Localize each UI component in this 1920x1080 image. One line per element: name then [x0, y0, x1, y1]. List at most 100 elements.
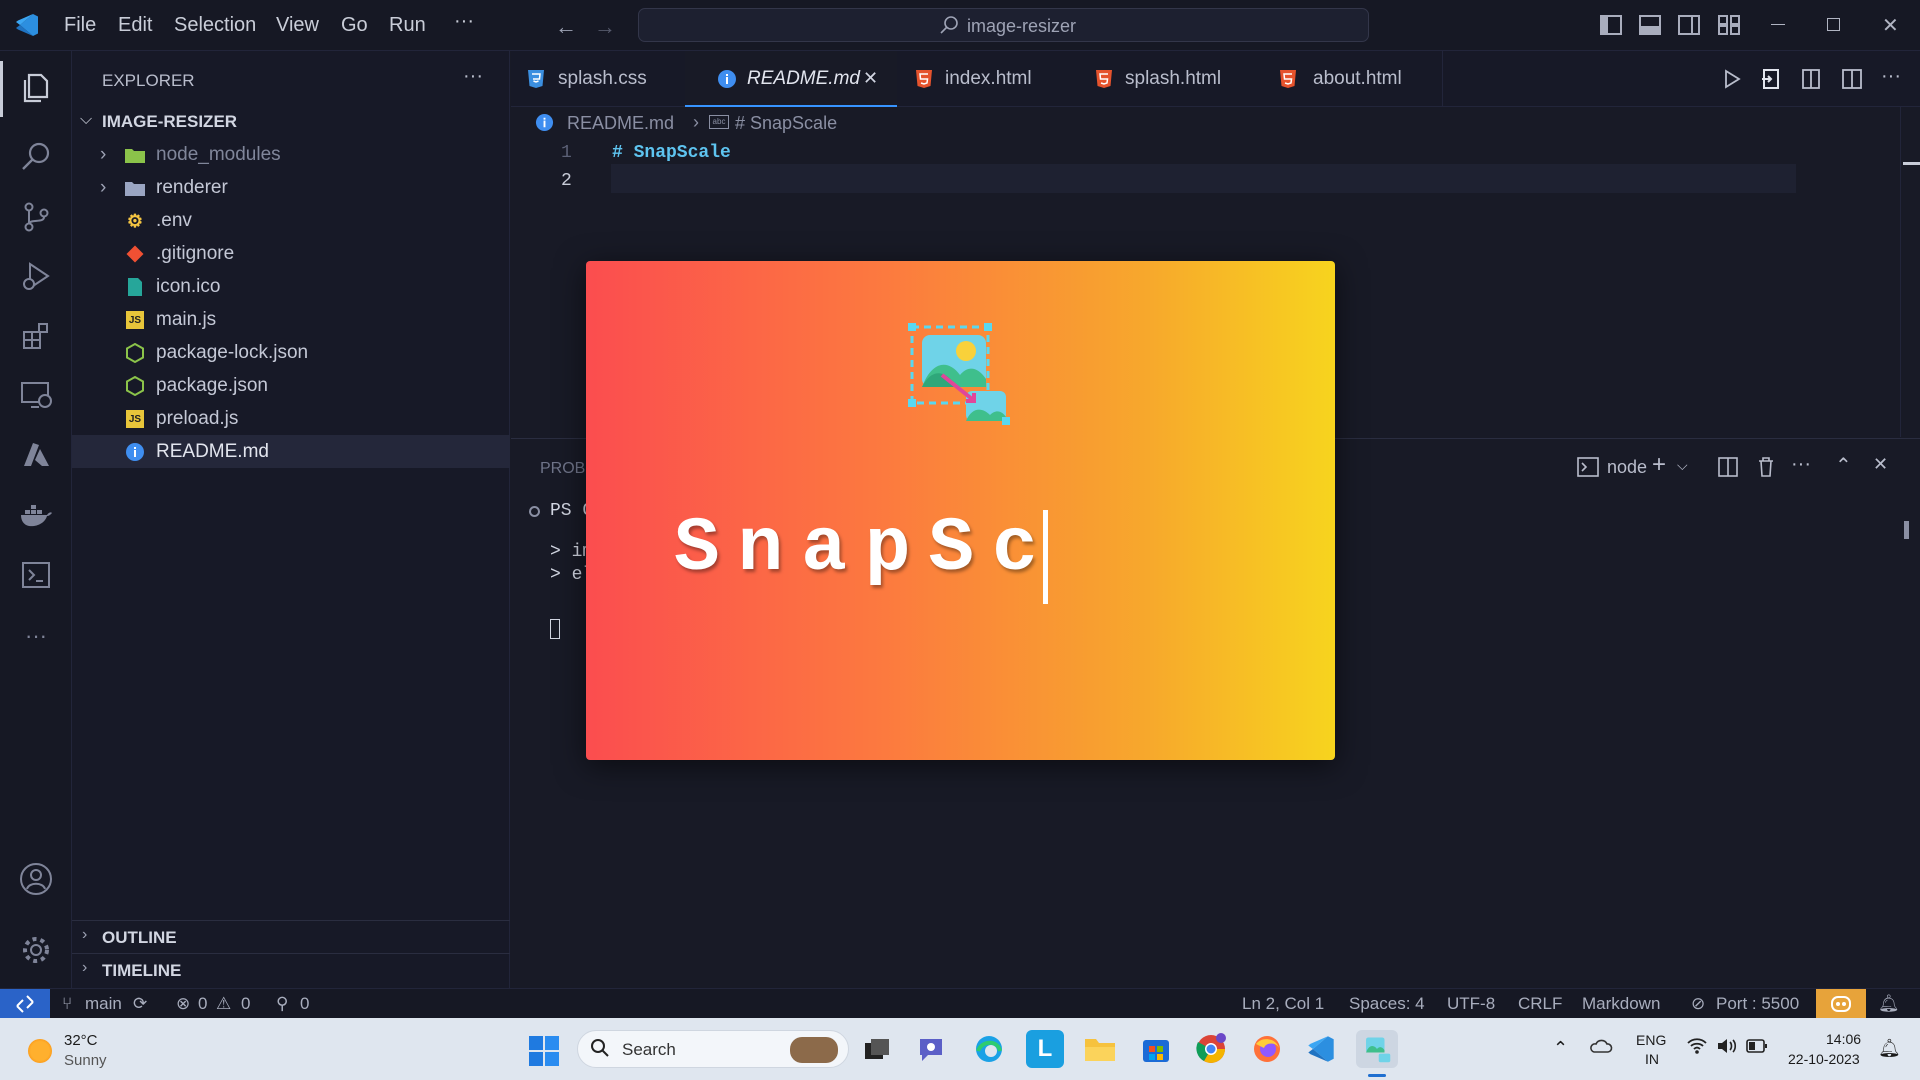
- language-top[interactable]: ENG: [1636, 1032, 1666, 1048]
- menu-file[interactable]: File: [64, 14, 96, 37]
- tree-item-gitignore[interactable]: .gitignore: [72, 237, 510, 270]
- maximize-panel-icon[interactable]: ⌃: [1835, 453, 1852, 478]
- vscode-logo-icon[interactable]: [14, 12, 40, 38]
- volume-icon[interactable]: [1716, 1036, 1738, 1061]
- menu-view[interactable]: View: [276, 14, 319, 37]
- notifications-bell-icon[interactable]: 🔔︎: [1878, 994, 1900, 1014]
- open-changes-icon[interactable]: [1801, 68, 1823, 95]
- chevron-down-icon[interactable]: ⌵: [1677, 457, 1688, 474]
- breadcrumb-symbol[interactable]: # SnapScale: [735, 113, 837, 134]
- task-view-icon[interactable]: [858, 1030, 896, 1068]
- tab-splash-css[interactable]: splash.css: [511, 51, 685, 107]
- menu-go[interactable]: Go: [341, 14, 368, 37]
- run-debug-icon[interactable]: [12, 252, 60, 300]
- firefox-icon[interactable]: [1248, 1030, 1286, 1068]
- wifi-icon[interactable]: [1686, 1036, 1708, 1061]
- tree-item-renderer[interactable]: › renderer: [72, 171, 510, 204]
- more-actions-icon[interactable]: ···: [1881, 65, 1901, 88]
- tree-item-node-modules[interactable]: › node_modules: [72, 138, 510, 171]
- toggle-panel-icon[interactable]: [1639, 15, 1661, 35]
- forward-arrow-icon[interactable]: →: [594, 14, 616, 40]
- edge-browser-icon[interactable]: [970, 1030, 1008, 1068]
- close-icon[interactable]: ✕: [1882, 13, 1899, 38]
- cursor-position[interactable]: Ln 2, Col 1: [1242, 994, 1324, 1014]
- restore-icon[interactable]: [1827, 18, 1840, 31]
- file-explorer-icon[interactable]: [1081, 1030, 1119, 1068]
- open-preview-icon[interactable]: [1761, 68, 1781, 95]
- split-terminal-icon[interactable]: [1718, 457, 1738, 482]
- toggle-secondary-sidebar-icon[interactable]: [1678, 15, 1700, 35]
- more-icon[interactable]: ···: [12, 612, 60, 660]
- clock-time[interactable]: 14:06: [1826, 1031, 1861, 1047]
- explorer-more-button[interactable]: ···: [463, 65, 483, 88]
- tab-close-icon[interactable]: ✕: [863, 68, 878, 89]
- chrome-icon[interactable]: [1192, 1030, 1230, 1068]
- outline-section[interactable]: › OUTLINE: [72, 920, 510, 950]
- weather-desc[interactable]: Sunny: [64, 1052, 107, 1069]
- battery-icon[interactable]: [1746, 1039, 1768, 1058]
- run-icon[interactable]: [1723, 69, 1741, 94]
- tree-item-preload-js[interactable]: JS preload.js: [72, 402, 510, 435]
- explorer-icon[interactable]: [12, 64, 60, 112]
- back-arrow-icon[interactable]: ←: [555, 14, 577, 40]
- error-count[interactable]: 0: [198, 994, 207, 1014]
- panel-more-icon[interactable]: ···: [1791, 453, 1811, 476]
- search-icon[interactable]: [12, 133, 60, 181]
- start-windows-icon[interactable]: [529, 1036, 559, 1071]
- tree-item-readme-md[interactable]: README.md: [72, 435, 510, 468]
- terminal-name[interactable]: node: [1607, 457, 1647, 478]
- terminal-scrollbar[interactable]: [1904, 521, 1909, 539]
- tab-readme-md[interactable]: README.md ✕: [685, 51, 897, 107]
- remote-indicator[interactable]: [0, 989, 50, 1019]
- language-bottom[interactable]: IN: [1645, 1051, 1659, 1067]
- docker-icon[interactable]: [12, 491, 60, 539]
- breadcrumb-file[interactable]: README.md: [567, 113, 674, 134]
- warning-count[interactable]: 0: [241, 994, 250, 1014]
- new-terminal-icon[interactable]: +: [1652, 451, 1666, 479]
- vscode-taskbar-icon[interactable]: [1302, 1030, 1340, 1068]
- extensions-icon[interactable]: [12, 312, 60, 360]
- menu-edit[interactable]: Edit: [118, 14, 152, 37]
- menu-run[interactable]: Run: [389, 14, 426, 37]
- toggle-primary-sidebar-icon[interactable]: [1600, 15, 1622, 35]
- encoding[interactable]: UTF-8: [1447, 994, 1495, 1014]
- split-editor-icon[interactable]: [1841, 68, 1863, 95]
- indentation[interactable]: Spaces: 4: [1349, 994, 1425, 1014]
- tab-splash-html[interactable]: splash.html: [1073, 51, 1263, 107]
- show-hidden-icons[interactable]: ⌃: [1553, 1038, 1568, 1059]
- tree-item-package-json[interactable]: package.json: [72, 369, 510, 402]
- language-mode[interactable]: Markdown: [1582, 994, 1660, 1014]
- l-app-icon[interactable]: L: [1026, 1030, 1064, 1068]
- snapscale-app-icon[interactable]: [1356, 1030, 1398, 1068]
- tree-item-package-lock-json[interactable]: package-lock.json: [72, 336, 510, 369]
- sync-icon[interactable]: ⟳: [133, 994, 147, 1014]
- tree-item-main-js[interactable]: JS main.js: [72, 303, 510, 336]
- tab-about-html[interactable]: about.html: [1263, 51, 1443, 107]
- terminal-icon[interactable]: [12, 551, 60, 599]
- onedrive-cloud-icon[interactable]: [1589, 1036, 1613, 1061]
- clock-date[interactable]: 22-10-2023: [1788, 1051, 1860, 1067]
- remote-explorer-icon[interactable]: [12, 371, 60, 419]
- ports-count[interactable]: 0: [300, 994, 309, 1014]
- teams-chat-icon[interactable]: [914, 1030, 952, 1068]
- live-server-port[interactable]: Port : 5500: [1716, 994, 1799, 1014]
- weather-temp[interactable]: 32°C: [64, 1032, 98, 1049]
- menu-more[interactable]: ···: [454, 10, 474, 33]
- taskbar-search-box[interactable]: Search: [577, 1030, 849, 1068]
- tree-item-env[interactable]: ⚙ .env: [72, 204, 510, 237]
- branch-name[interactable]: main: [85, 994, 122, 1014]
- customize-layout-icon[interactable]: [1718, 15, 1740, 35]
- microsoft-store-icon[interactable]: [1137, 1030, 1175, 1068]
- source-control-icon[interactable]: [12, 193, 60, 241]
- line-ending[interactable]: CRLF: [1518, 994, 1562, 1014]
- close-panel-icon[interactable]: ✕: [1873, 454, 1888, 475]
- notification-center-icon[interactable]: 🔔︎: [1878, 1038, 1901, 1059]
- tree-item-icon-ico[interactable]: icon.ico: [72, 270, 510, 303]
- trash-icon[interactable]: [1757, 456, 1775, 483]
- project-header[interactable]: ⌵ IMAGE-RESIZER: [72, 109, 510, 135]
- command-center[interactable]: image-resizer: [638, 8, 1369, 42]
- timeline-section[interactable]: › TIMELINE: [72, 953, 510, 983]
- manage-gear-icon[interactable]: [12, 926, 60, 974]
- copilot-icon[interactable]: [1816, 989, 1866, 1019]
- menu-selection[interactable]: Selection: [174, 14, 256, 37]
